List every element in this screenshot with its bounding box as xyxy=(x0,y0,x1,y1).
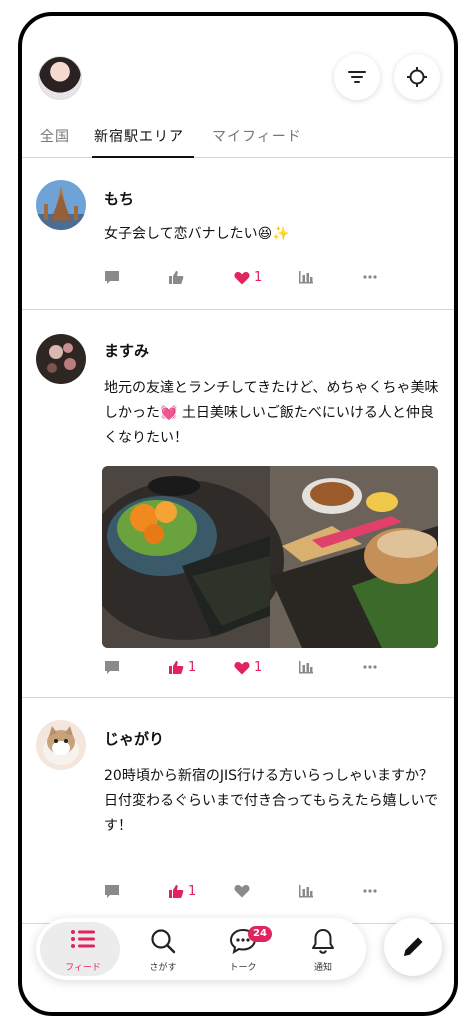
thumbs-up-icon xyxy=(169,885,184,898)
post-body: 20時頃から新宿のJIS行ける方いらっしゃいますか？ 日付変わるぐらいまで付き合… xyxy=(104,768,439,834)
comment-icon xyxy=(105,661,119,674)
heart-count: 1 xyxy=(254,660,263,675)
bar-chart-icon xyxy=(299,271,313,284)
post-body: 女子会して恋バナしたい😆✨ xyxy=(104,226,290,242)
feed-post[interactable]: もち 女子会して恋バナしたい😆✨ 1 xyxy=(22,158,454,310)
post-body: 地元の友達とランチしてきたけど、めちゃくちゃ美味しかった💓 土日美味しいご飯たべ… xyxy=(104,380,439,446)
heart-button[interactable]: 1 xyxy=(234,660,262,675)
nav-label: さがす xyxy=(149,963,177,973)
nav-label: 通知 xyxy=(313,963,332,973)
post-avatar[interactable] xyxy=(36,334,86,384)
bottom-nav: フィード さがす 24 トーク 通知 xyxy=(36,918,366,980)
unread-badge: 24 xyxy=(248,926,272,942)
heart-icon xyxy=(234,271,250,284)
more-button[interactable] xyxy=(362,270,378,284)
tab-nationwide[interactable]: 全国 xyxy=(40,126,70,146)
bell-icon xyxy=(312,929,334,954)
post-actions: 1 xyxy=(22,270,454,292)
like-button[interactable]: 1 xyxy=(168,660,196,675)
heart-icon xyxy=(234,885,250,898)
post-author-name[interactable]: もち xyxy=(104,188,134,209)
more-icon xyxy=(363,665,377,669)
nav-label: トーク xyxy=(229,963,257,973)
filter-icon xyxy=(348,71,366,83)
filter-button[interactable] xyxy=(334,54,380,100)
comment-icon xyxy=(105,885,119,898)
post-actions: 1 1 xyxy=(22,660,454,682)
compose-button[interactable] xyxy=(384,918,442,976)
search-icon xyxy=(151,929,176,954)
feed-post[interactable]: ますみ 地元の友達とランチしてきたけど、めちゃくちゃ美味しかった💓 土日美味しい… xyxy=(22,310,454,698)
avatar-image xyxy=(36,720,86,770)
comment-button[interactable] xyxy=(104,884,120,899)
nav-item-feed[interactable]: フィード xyxy=(44,918,122,980)
heart-icon xyxy=(234,661,250,674)
stats-button[interactable] xyxy=(298,270,314,284)
comment-icon xyxy=(105,271,119,284)
thumbs-up-icon xyxy=(169,661,184,674)
nav-item-talk[interactable]: 24 トーク xyxy=(204,918,282,980)
more-button[interactable] xyxy=(362,660,378,674)
thumbs-up-icon xyxy=(169,271,184,284)
my-avatar[interactable] xyxy=(38,56,82,100)
nav-item-notifications[interactable]: 通知 xyxy=(284,918,362,980)
avatar-image xyxy=(36,180,86,230)
feed-list: もち 女子会して恋バナしたい😆✨ 1 ますみ 地元の友達とランチしてきたけど、め… xyxy=(22,158,454,924)
comment-button[interactable] xyxy=(104,660,120,675)
like-count: 1 xyxy=(188,660,197,675)
area-tabs: 全国 新宿駅エリア マイフィード xyxy=(22,120,454,158)
stats-button[interactable] xyxy=(298,884,314,898)
nav-label: フィード xyxy=(65,963,101,973)
tab-my-feed[interactable]: マイフィード xyxy=(212,126,302,146)
bar-chart-icon xyxy=(299,885,313,898)
heart-button[interactable]: 1 xyxy=(234,270,262,285)
more-icon xyxy=(363,889,377,893)
stats-button[interactable] xyxy=(298,660,314,674)
post-avatar[interactable] xyxy=(36,180,86,230)
heart-count: 1 xyxy=(254,270,263,285)
pencil-icon xyxy=(404,937,423,956)
comment-button[interactable] xyxy=(104,270,120,285)
food-photo xyxy=(102,466,438,648)
like-button[interactable]: 1 xyxy=(168,884,196,899)
header: 全国 新宿駅エリア マイフィード xyxy=(22,16,454,158)
heart-button[interactable] xyxy=(234,884,250,898)
nav-item-search[interactable]: さがす xyxy=(124,918,202,980)
like-button[interactable] xyxy=(168,270,188,285)
phone-frame: 全国 新宿駅エリア マイフィード もち 女子会して恋バナしたい😆✨ 1 ますみ … xyxy=(18,12,458,1016)
avatar-image xyxy=(36,334,86,384)
like-count: 1 xyxy=(188,884,197,899)
location-icon xyxy=(407,67,427,87)
post-author-name[interactable]: ますみ xyxy=(104,340,149,361)
post-photo[interactable] xyxy=(102,466,438,648)
more-button[interactable] xyxy=(362,884,378,898)
list-icon xyxy=(71,930,95,948)
tab-shinjuku-area[interactable]: 新宿駅エリア xyxy=(94,126,184,146)
post-actions: 1 xyxy=(22,884,454,906)
location-button[interactable] xyxy=(394,54,440,100)
feed-post[interactable]: じゃがり 20時頃から新宿のJIS行ける方いらっしゃいますか？ 日付変わるぐらい… xyxy=(22,698,454,924)
post-author-name[interactable]: じゃがり xyxy=(104,728,164,749)
bar-chart-icon xyxy=(299,661,313,674)
post-avatar[interactable] xyxy=(36,720,86,770)
more-icon xyxy=(363,275,377,279)
